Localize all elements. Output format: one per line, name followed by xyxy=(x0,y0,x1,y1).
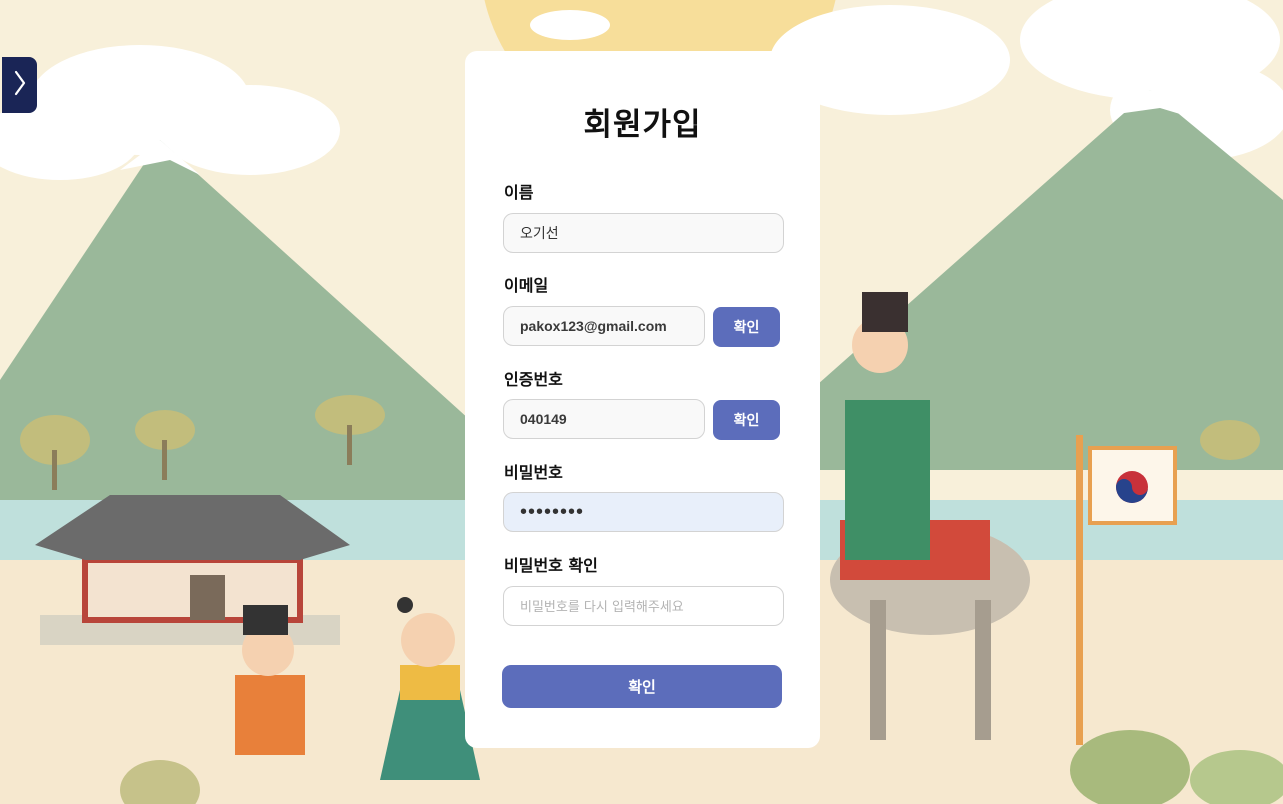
submit-button[interactable]: 확인 xyxy=(502,665,782,708)
sidebar-toggle-button[interactable] xyxy=(2,57,37,113)
verification-confirm-button[interactable]: 확인 xyxy=(713,400,780,440)
hanok-house xyxy=(35,495,350,645)
email-input[interactable] xyxy=(503,306,705,346)
verification-code-input[interactable] xyxy=(503,399,705,439)
password-confirm-label: 비밀번호 확인 xyxy=(504,556,598,575)
password-confirm-input[interactable] xyxy=(503,586,784,626)
chevron-right-icon xyxy=(13,69,27,101)
page-title: 회원가입 xyxy=(583,107,702,143)
email-label: 이메일 xyxy=(504,276,549,295)
password-input[interactable] xyxy=(503,492,784,532)
verification-label: 인증번호 xyxy=(504,370,563,389)
name-input[interactable] xyxy=(503,213,784,253)
name-label: 이름 xyxy=(504,183,534,202)
email-confirm-button[interactable]: 확인 xyxy=(713,307,780,347)
signup-card: 회원가입 이름 이메일 확인 인증번호 확인 비밀번호 비밀번호 확인 확인 xyxy=(465,51,820,748)
password-label: 비밀번호 xyxy=(504,463,563,482)
